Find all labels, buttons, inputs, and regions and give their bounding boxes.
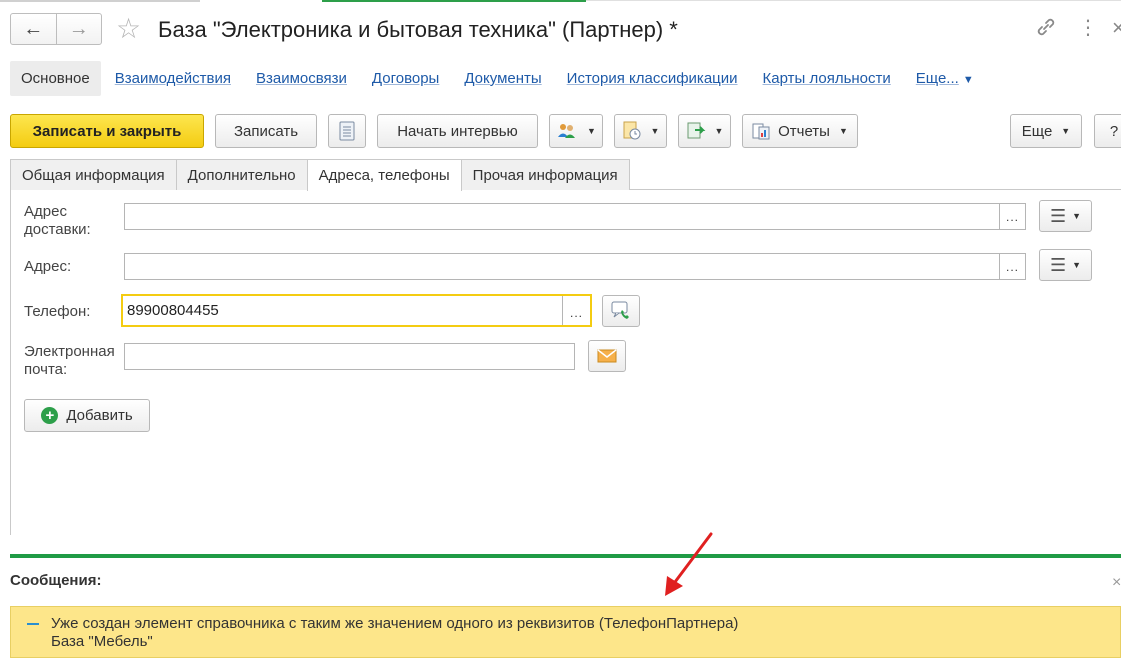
phone-chat-icon [611, 301, 629, 319]
document-list-button[interactable] [328, 114, 366, 148]
phone-value: 89900804455 [127, 302, 219, 319]
report-icon [752, 123, 770, 140]
nav-main[interactable]: Основное [10, 60, 101, 96]
print-button[interactable]: ▼ [678, 114, 731, 148]
address-field[interactable]: ... [124, 253, 1026, 280]
email-label-line1: Электронная [24, 343, 115, 360]
address-menu-button[interactable]: ☰ ▼ [1039, 249, 1092, 281]
form-tabs: Общая информация Дополнительно Адреса, т… [10, 159, 630, 191]
menu-icon: ☰ [1049, 205, 1067, 226]
contacts-button[interactable]: ▼ [549, 114, 603, 148]
delivery-address-select-button[interactable]: ... [999, 204, 1025, 229]
address-select-button[interactable]: ... [999, 254, 1025, 279]
save-and-close-button[interactable]: Записать и закрыть [10, 114, 204, 148]
messages-close-icon[interactable]: × [1112, 574, 1121, 592]
link-icon[interactable] [1035, 16, 1057, 44]
chevron-down-icon: ▼ [838, 126, 848, 136]
save-button[interactable]: Записать [215, 114, 317, 148]
more-actions-button[interactable]: Еще ▼ [1010, 114, 1082, 148]
email-label: Электронная почта: [24, 343, 115, 379]
email-label-line2: почта: [24, 361, 68, 378]
envelope-icon [597, 349, 617, 363]
page-title: База "Электроника и бытовая техника" (Па… [158, 17, 678, 42]
top-border-right [586, 0, 1121, 1]
forward-button[interactable]: → [55, 14, 102, 44]
more-vertical-icon[interactable]: ⋮ [1078, 16, 1098, 40]
phone-select-button[interactable]: ... [562, 296, 590, 325]
chevron-down-icon: ▼ [650, 126, 660, 136]
address-label: Адрес: [24, 258, 72, 275]
nav-documents[interactable]: Документы [464, 70, 541, 87]
users-icon [558, 124, 576, 138]
delivery-address-label-line2: доставки: [24, 221, 91, 238]
delivery-address-label-line1: Адрес [24, 203, 67, 220]
document-list-icon [339, 121, 355, 141]
chevron-down-icon: ▼ [1072, 211, 1082, 221]
nav-interactions[interactable]: Взаимодействия [115, 70, 231, 87]
export-green-icon [687, 122, 705, 139]
add-contact-button[interactable]: + Добавить [24, 399, 150, 432]
menu-icon: ☰ [1049, 254, 1067, 275]
tab-general-info[interactable]: Общая информация [10, 159, 177, 190]
nav-classification-history[interactable]: История классификации [567, 70, 738, 87]
chevron-down-icon: ▼ [1072, 260, 1082, 270]
help-button[interactable]: ? [1094, 114, 1121, 148]
nav-more[interactable]: Еще... ▼ [916, 70, 974, 87]
delivery-address-menu-button[interactable]: ☰ ▼ [1039, 200, 1092, 232]
more-actions-label: Еще [1021, 122, 1053, 140]
phone-field[interactable]: 89900804455 ... [121, 294, 592, 327]
delivery-address-field[interactable]: ... [124, 203, 1026, 230]
arrow-left-icon: ← [23, 17, 44, 40]
start-interview-button[interactable]: Начать интервью [377, 114, 538, 148]
reports-label: Отчеты [778, 122, 830, 140]
favorite-star-icon[interactable]: ☆ [116, 14, 141, 44]
section-nav: Основное Взаимодействия Взаимосвязи Дого… [10, 60, 999, 96]
arrow-right-icon: → [68, 17, 89, 40]
send-email-button[interactable] [588, 340, 626, 372]
message-item[interactable]: Уже создан элемент справочника с таким ж… [10, 606, 1121, 658]
document-clock-icon [623, 121, 641, 140]
delivery-address-label: Адрес доставки: [24, 203, 91, 239]
messages-title: Сообщения: [10, 572, 102, 589]
tab-addresses-phones[interactable]: Адреса, телефоны [306, 159, 462, 191]
nav-relations[interactable]: Взаимосвязи [256, 70, 347, 87]
tab-other-info[interactable]: Прочая информация [460, 159, 630, 190]
top-border-left [0, 0, 200, 2]
chevron-down-icon: ▼ [962, 73, 974, 86]
chevron-down-icon: ▼ [587, 126, 596, 136]
email-field[interactable] [124, 343, 575, 370]
add-contact-label: Добавить [66, 407, 133, 424]
message-text-line1: Уже создан элемент справочника с таким ж… [51, 615, 739, 632]
message-marker-icon [27, 623, 39, 625]
phone-label: Телефон: [24, 303, 91, 320]
annotation-arrow-icon [665, 532, 713, 596]
create-based-on-button[interactable]: ▼ [614, 114, 667, 148]
messages-separator [10, 554, 1121, 558]
chevron-down-icon: ▼ [714, 126, 724, 136]
nav-contracts[interactable]: Договоры [372, 70, 439, 87]
chevron-down-icon: ▼ [1061, 126, 1071, 136]
nav-more-label: Еще... [915, 69, 959, 87]
tab-additional[interactable]: Дополнительно [175, 159, 308, 190]
add-circle-icon: + [41, 407, 59, 424]
close-icon[interactable]: × [1112, 16, 1121, 40]
reports-button[interactable]: Отчеты ▼ [742, 114, 858, 148]
back-button[interactable]: ← [11, 14, 56, 44]
call-button[interactable] [602, 295, 640, 327]
panel-border [10, 190, 11, 535]
top-border-active [322, 0, 586, 2]
message-text-line2: База "Мебель" [51, 633, 153, 650]
nav-loyalty-cards[interactable]: Карты лояльности [763, 70, 891, 87]
history-nav: ← → [10, 13, 102, 45]
